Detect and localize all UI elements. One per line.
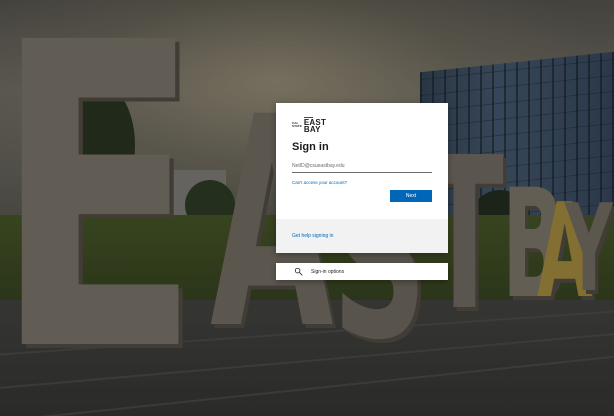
sign-in-options-button[interactable]: Sign-in options [276,263,448,280]
sign-in-footer: Get help signing in [276,219,448,253]
next-button[interactable]: Next [390,190,432,202]
get-help-signing-in-link[interactable]: Get help signing in [292,233,333,239]
key-search-icon [294,267,303,276]
sign-in-card: CAL STATE EAST BAY Sign in Can't access … [276,103,448,253]
logo-small-text: CAL STATE [292,122,302,128]
logo-big-text: EAST BAY [303,117,326,134]
cal-state-east-bay-logo: CAL STATE EAST BAY [292,117,432,134]
next-button-row: Next [292,190,432,202]
login-page: E A S T B A Y CAL STATE EAST BAY Sign in… [0,0,614,416]
sign-in-options-label: Sign-in options [311,268,345,275]
logo-line-bay: BAY [303,125,321,134]
sign-in-form: CAL STATE EAST BAY Sign in Can't access … [276,103,448,219]
page-title: Sign in [292,141,329,153]
cant-access-account-link[interactable]: Can't access your account? [292,180,432,185]
email-input[interactable] [292,159,432,173]
logo-line-state: STATE [292,124,302,128]
